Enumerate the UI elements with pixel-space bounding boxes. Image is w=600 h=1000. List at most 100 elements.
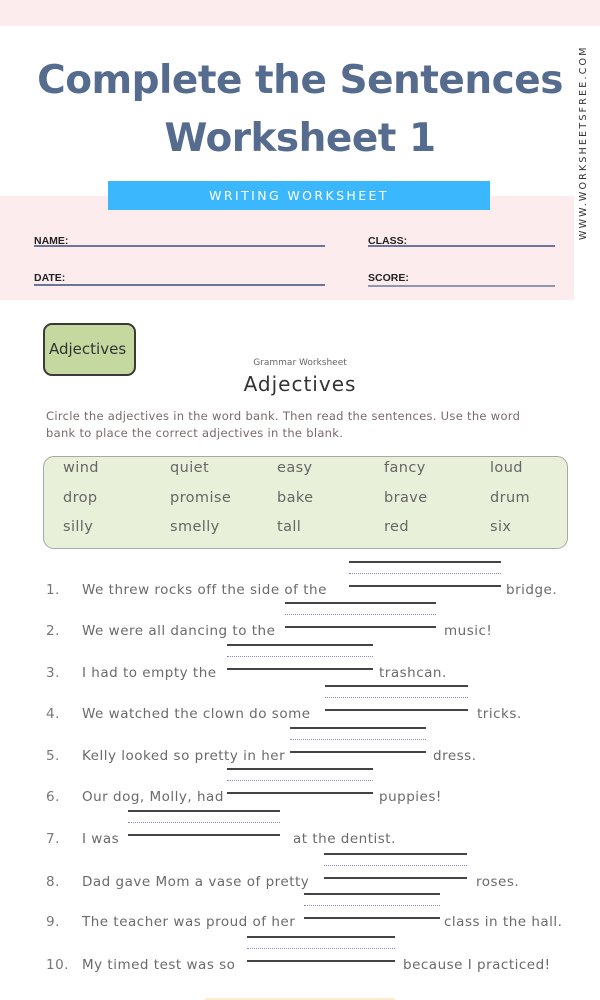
guide-line [128, 834, 280, 836]
answer-blank[interactable] [128, 810, 280, 840]
question-number: 4. [46, 706, 60, 722]
answer-blank[interactable] [227, 768, 373, 798]
worksheet-heading: Adjectives [243, 372, 357, 396]
name-line [34, 245, 325, 247]
word-bank-word[interactable]: fancy [384, 460, 426, 476]
question-text: We watched the clown do some [82, 706, 311, 722]
instructions: Circle the adjectives in the word bank. … [46, 409, 521, 440]
question-number: 6. [46, 789, 60, 805]
question-row: 7. I was at the dentist. [46, 810, 566, 861]
word-bank-word[interactable]: smelly [170, 519, 220, 535]
answer-blank[interactable] [227, 644, 373, 674]
word-bank-word[interactable]: silly [63, 519, 93, 535]
guide-line [325, 685, 468, 687]
title-line-1: Complete the Sentences [37, 58, 563, 103]
word-bank-word[interactable]: drum [490, 490, 530, 506]
answer-blank[interactable] [290, 727, 426, 757]
word-bank-word[interactable]: tall [277, 519, 301, 535]
question-number: 10. [46, 957, 69, 973]
question-number: 9. [46, 914, 60, 930]
guide-line [128, 822, 280, 823]
word-bank-word[interactable]: brave [384, 490, 428, 506]
question-number: 3. [46, 665, 60, 681]
class-field[interactable]: CLASS: [368, 229, 555, 248]
word-bank: wind quiet easy fancy loud drop promise bake bra… [43, 456, 568, 549]
question-text-after: because I practiced! [403, 957, 551, 973]
question-row: 10. My timed test was so because I practic… [46, 936, 566, 987]
guide-line [324, 853, 467, 855]
question-text: My timed test was so [82, 957, 236, 973]
guide-line [324, 877, 467, 879]
guide-line [304, 893, 440, 895]
date-line [34, 284, 325, 286]
guide-line [325, 697, 468, 698]
word-bank-word[interactable]: loud [490, 460, 523, 476]
answer-blank[interactable] [349, 561, 501, 591]
question-text: We threw rocks off the side of the [82, 582, 327, 598]
topic-tag: Adjectives [43, 323, 136, 376]
word-bank-word[interactable]: promise [170, 490, 231, 506]
guide-line [290, 727, 426, 729]
guide-line [227, 768, 373, 770]
question-text-after: bridge. [506, 582, 558, 598]
word-bank-word[interactable]: drop [63, 490, 98, 506]
question-row: 3. I had to empty the trashcan. [46, 644, 566, 695]
guide-line [304, 905, 440, 906]
question-text-after: roses. [476, 874, 520, 890]
question-text-after: music! [444, 623, 493, 639]
question-text: I was [82, 831, 120, 847]
word-bank-word[interactable]: quiet [170, 460, 209, 476]
title-line-2: Worksheet 1 [164, 116, 436, 161]
page-title: Complete the Sentences Worksheet 1 [20, 52, 580, 168]
word-bank-word[interactable]: bake [277, 490, 314, 506]
question-number: 8. [46, 874, 60, 890]
guide-line [285, 602, 436, 604]
guide-line [349, 585, 501, 587]
answer-blank[interactable] [304, 893, 440, 923]
question-row: 6. Our dog, Molly, had puppies! [46, 768, 566, 819]
guide-line [247, 936, 395, 938]
question-number: 1. [46, 582, 60, 598]
question-text: I had to empty the [82, 665, 217, 681]
guide-line [285, 614, 436, 615]
name-field[interactable]: NAME: [34, 229, 325, 248]
answer-blank[interactable] [285, 602, 436, 632]
guide-line [349, 573, 501, 574]
question-text: We were all dancing to the [82, 623, 276, 639]
score-line [368, 285, 555, 287]
question-text-after: at the dentist. [293, 831, 396, 847]
guide-line [227, 668, 373, 670]
class-line [368, 245, 555, 247]
question-text-after: tricks. [477, 706, 522, 722]
answer-blank[interactable] [247, 936, 395, 966]
question-text-after: class in the hall. [444, 914, 563, 930]
date-label: DATE: [34, 272, 66, 284]
question-text-after: puppies! [379, 789, 442, 805]
guide-line [349, 561, 501, 563]
site-url: WWW.WORKSHEETSFREE.COM [578, 45, 589, 240]
word-bank-word[interactable]: wind [63, 460, 99, 476]
answer-blank[interactable] [324, 853, 467, 883]
guide-line [227, 656, 373, 657]
guide-line [227, 792, 373, 794]
score-label: SCORE: [368, 272, 409, 284]
question-number: 5. [46, 748, 60, 764]
question-text-after: trashcan. [379, 665, 447, 681]
guide-line [290, 751, 426, 753]
word-bank-word[interactable]: six [490, 519, 511, 535]
word-bank-word[interactable]: easy [277, 460, 313, 476]
guide-line [325, 709, 468, 711]
worksheet-type-banner: WRITING WORKSHEET [108, 181, 490, 210]
score-field[interactable]: SCORE: [368, 266, 555, 287]
question-text: Our dog, Molly, had [82, 789, 224, 805]
guide-line [227, 644, 373, 646]
word-bank-word[interactable]: red [384, 519, 409, 535]
answer-blank[interactable] [325, 685, 468, 715]
top-pink-band [0, 0, 600, 26]
question-number: 2. [46, 623, 60, 639]
worksheet-subtitle: Grammar Worksheet [253, 358, 347, 368]
date-field[interactable]: DATE: [34, 266, 325, 286]
guide-line [247, 948, 395, 949]
question-number: 7. [46, 831, 60, 847]
question-text: Kelly looked so pretty in her [82, 748, 286, 764]
